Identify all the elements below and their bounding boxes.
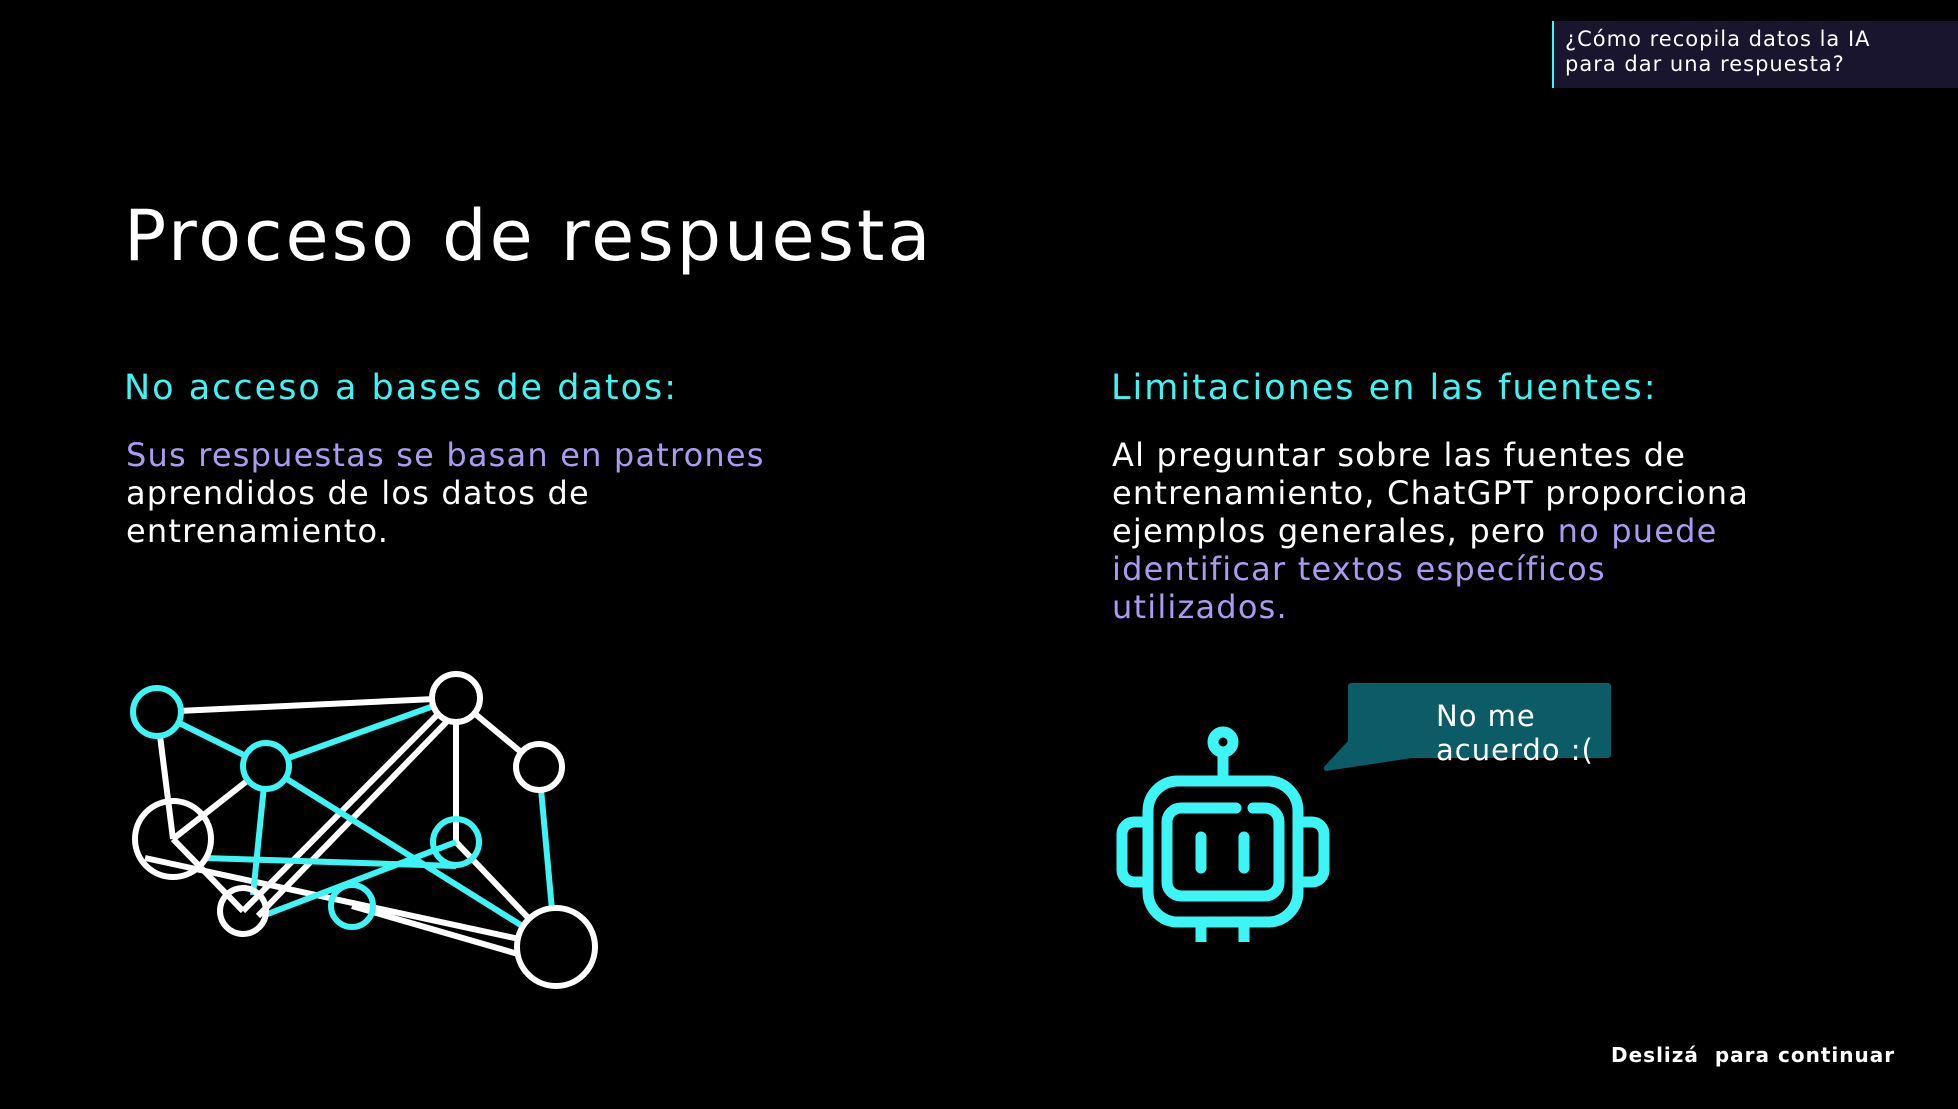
robot-icon [1116, 726, 1330, 942]
swipe-to-continue[interactable]: Deslizá para continuar [1611, 1043, 1895, 1067]
speech-bubble-text: No me acuerdo :( [1436, 699, 1594, 767]
illustrations [130, 671, 1611, 989]
network-graph-icon [130, 671, 598, 989]
